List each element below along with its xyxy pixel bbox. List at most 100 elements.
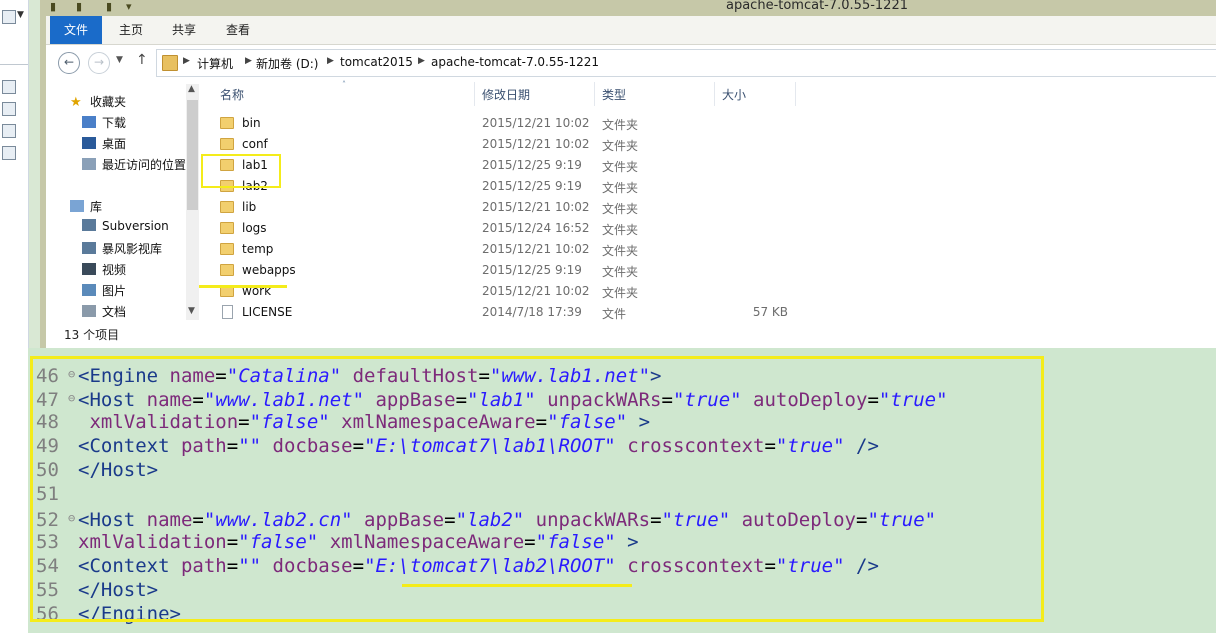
nav-desktop[interactable]: 桌面	[82, 135, 126, 153]
folder-icon	[220, 243, 234, 255]
ide-toolbar-strip: ▼	[0, 0, 29, 633]
breadcrumb-separator-icon[interactable]: ▶	[183, 56, 190, 66]
file-date: 2015/12/21 10:02	[482, 200, 590, 214]
file-name: webapps	[242, 263, 296, 277]
column-header-date[interactable]: 修改日期	[482, 86, 530, 103]
tab-home[interactable]: 主页	[119, 21, 143, 38]
up-button[interactable]: ↑	[136, 52, 148, 68]
nav-documents[interactable]: 文档	[82, 303, 126, 321]
breadcrumb-apache-tomcat[interactable]: apache-tomcat-7.0.55-1221	[431, 55, 599, 69]
nav-favorites[interactable]: ★ 收藏夹	[70, 93, 126, 111]
column-divider[interactable]	[795, 82, 796, 106]
address-bar[interactable]: ▶ 计算机 ▶ 新加卷 (D:) ▶ tomcat2015 ▶ apache-t…	[156, 49, 1216, 77]
file-name: conf	[242, 137, 268, 151]
status-item-count: 13 个项目	[64, 328, 120, 342]
folder-icon	[220, 201, 234, 213]
star-icon: ★	[70, 95, 82, 110]
file-date: 2014/7/18 17:39	[482, 305, 582, 319]
file-date: 2015/12/25 9:19	[482, 179, 582, 193]
file-row[interactable]: lib 2015/12/21 10:02 文件夹	[212, 197, 1216, 218]
column-divider[interactable]	[474, 82, 475, 106]
scrollbar-thumb[interactable]	[187, 100, 198, 210]
breadcrumb-separator-icon[interactable]: ▶	[245, 56, 252, 66]
folder-icon	[220, 264, 234, 276]
file-type: 文件夹	[602, 265, 639, 279]
folder-icon	[220, 138, 234, 150]
breadcrumb-drive[interactable]: 新加卷 (D:)	[256, 55, 318, 72]
column-divider[interactable]	[594, 82, 595, 106]
breadcrumb-tomcat2015[interactable]: tomcat2015	[340, 55, 413, 69]
nav-baofeng[interactable]: 暴风影视库	[82, 240, 162, 258]
toolbar-icon[interactable]	[2, 80, 16, 94]
tab-share[interactable]: 共享	[172, 21, 196, 38]
recent-locations-icon[interactable]: ▼	[116, 55, 123, 65]
tab-view[interactable]: 查看	[226, 21, 250, 38]
tab-file[interactable]: 文件	[50, 16, 102, 44]
toolbar-icon[interactable]	[2, 146, 16, 160]
library-folder-icon	[82, 219, 96, 231]
nav-videos[interactable]: 视频	[82, 261, 126, 279]
file-type: 文件夹	[602, 181, 639, 195]
column-header-name[interactable]: 名称	[220, 86, 244, 103]
folder-icon	[220, 117, 234, 129]
file-row[interactable]: LICENSE 2014/7/18 17:39 文件 57 KB	[212, 302, 1216, 323]
quick-access-dropdown-icon[interactable]: ▾	[126, 0, 132, 13]
file-type: 文件夹	[602, 118, 639, 132]
file-list: ˄ 名称 修改日期 类型 大小 bin 2015/12/21 10:02 文件夹 co…	[212, 80, 1216, 323]
file-row[interactable]: logs 2015/12/24 16:52 文件夹	[212, 218, 1216, 239]
file-date: 2015/12/21 10:02	[482, 284, 590, 298]
toolbar-icon[interactable]	[2, 10, 16, 24]
file-date: 2015/12/25 9:19	[482, 158, 582, 172]
library-icon	[70, 200, 84, 212]
file-row[interactable]: temp 2015/12/21 10:02 文件夹	[212, 239, 1216, 260]
file-date: 2015/12/25 9:19	[482, 263, 582, 277]
download-folder-icon	[82, 116, 96, 128]
forward-button[interactable]: →	[88, 52, 110, 74]
breadcrumb-separator-icon[interactable]: ▶	[327, 56, 334, 66]
quick-access-newfolder-icon[interactable]: ▮	[106, 0, 112, 13]
file-icon	[222, 305, 233, 319]
column-header-size[interactable]: 大小	[722, 86, 746, 103]
highlight-underline-lab2-path	[402, 584, 632, 587]
column-divider[interactable]	[714, 82, 715, 106]
back-button[interactable]: ←	[58, 52, 80, 74]
quick-access-folder-icon[interactable]: ▮	[50, 0, 56, 13]
sort-ascending-icon: ˄	[342, 80, 346, 89]
file-row[interactable]: work 2015/12/21 10:02 文件夹	[212, 281, 1216, 302]
scroll-up-icon[interactable]: ▲	[188, 84, 195, 94]
file-date: 2015/12/21 10:02	[482, 242, 590, 256]
file-size: 57 KB	[752, 305, 788, 319]
nav-pictures[interactable]: 图片	[82, 282, 126, 300]
file-row[interactable]: webapps 2015/12/25 9:19 文件夹	[212, 260, 1216, 281]
file-date: 2015/12/21 10:02	[482, 116, 590, 130]
address-row: ← → ▼ ↑ ▶ 计算机 ▶ 新加卷 (D:) ▶ tomcat2015 ▶ …	[46, 45, 1216, 79]
file-type: 文件夹	[602, 286, 639, 300]
scroll-down-icon[interactable]: ▼	[188, 306, 195, 316]
ribbon-tabs: 主页 共享 查看	[46, 16, 1216, 45]
video-library-icon	[82, 263, 96, 275]
window-title: apache-tomcat-7.0.55-1221	[726, 0, 908, 13]
breadcrumb-computer[interactable]: 计算机	[197, 55, 233, 72]
quick-access-properties-icon[interactable]: ▮	[76, 0, 82, 13]
file-name: bin	[242, 116, 261, 130]
nav-downloads[interactable]: 下载	[82, 114, 126, 132]
toolbar-icon[interactable]	[2, 124, 16, 138]
navigation-pane: ★ 收藏夹 下载 桌面 最近访问的位置 库 Subversion 暴风影视库 视频…	[54, 80, 186, 320]
file-row[interactable]: lab1 2015/12/25 9:19 文件夹	[212, 155, 1216, 176]
chevron-down-icon[interactable]: ▼	[17, 10, 24, 20]
file-name: temp	[242, 242, 274, 256]
file-type: 文件夹	[602, 160, 639, 174]
nav-pane-scrollbar[interactable]: ▲ ▼	[186, 84, 199, 320]
nav-recent-places[interactable]: 最近访问的位置	[82, 156, 186, 174]
file-row[interactable]: bin 2015/12/21 10:02 文件夹	[212, 113, 1216, 134]
file-type: 文件夹	[602, 244, 639, 258]
file-row[interactable]: conf 2015/12/21 10:02 文件夹	[212, 134, 1216, 155]
nav-libraries[interactable]: 库	[70, 198, 102, 216]
column-header-type[interactable]: 类型	[602, 86, 626, 103]
breadcrumb-separator-icon[interactable]: ▶	[418, 56, 425, 66]
toolbar-icon[interactable]	[2, 102, 16, 116]
file-row[interactable]: lab2 2015/12/25 9:19 文件夹	[212, 176, 1216, 197]
nav-subversion[interactable]: Subversion	[82, 219, 169, 237]
documents-library-icon	[82, 305, 96, 317]
highlight-underline-webapps	[199, 285, 287, 288]
